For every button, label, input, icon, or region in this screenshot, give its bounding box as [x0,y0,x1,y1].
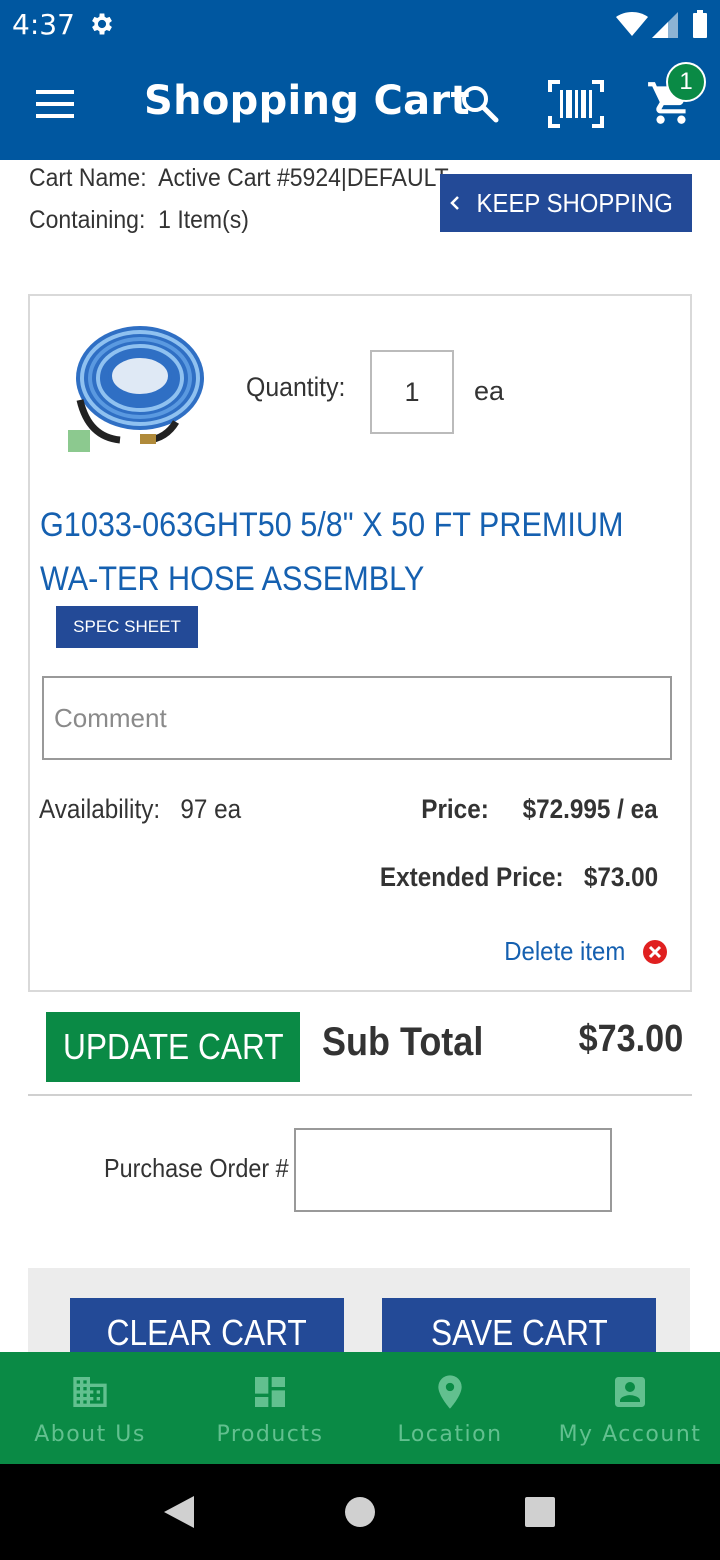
cart-item-card: Quantity: ea G1033-063GHT50 5/8" X 50 FT… [28,294,692,992]
comment-input[interactable] [42,676,672,760]
nav-my-account[interactable]: My Account [540,1352,720,1464]
status-bar: 4:37 [0,0,720,48]
dashboard-icon [255,1377,285,1407]
subtotal-label: Sub Total [322,1020,484,1064]
subtotal-value: $73.00 [578,1018,683,1060]
containing-label: Containing: [29,206,146,234]
battery-icon [693,10,707,38]
nav-my-account-label: My Account [558,1422,702,1447]
extended-price-value: $73.00 [583,862,658,892]
cart-name-label: Cart Name: [29,164,147,192]
price-value: $72.995 / ea [522,794,658,824]
page-title: Shopping Cart [144,78,470,124]
product-title-link[interactable]: G1033-063GHT50 5/8" X 50 FT PREMIUM WA-T… [40,498,675,606]
building-icon [73,1377,107,1407]
keep-shopping-label: KEEP SHOPPING [476,187,674,218]
recents-square-icon[interactable] [524,1496,556,1528]
price-label: Price: [421,794,490,824]
delete-item-label: Delete item [503,936,625,966]
containing-value: 1 Item(s) [158,206,249,234]
spec-sheet-button[interactable]: SPEC SHEET [56,606,198,648]
cart-name-row: Cart Name: Active Cart #5924|DEFAULT [29,164,449,193]
availability-row: Availability: 97 ea [39,794,241,825]
location-pin-icon [438,1375,462,1409]
bottom-navigation: About Us Products Location My Account [0,1352,720,1464]
availability-value: 97 ea [180,794,242,824]
divider [28,1094,692,1096]
chevron-left-icon [450,196,460,210]
update-cart-label: UPDATE CART [62,1026,284,1067]
nav-products[interactable]: Products [180,1352,360,1464]
quantity-input[interactable] [370,350,454,434]
quantity-label: Quantity: [246,372,346,402]
delete-item-link[interactable]: Delete item [499,936,669,967]
hamburger-menu-icon[interactable] [34,84,78,124]
availability-label: Availability: [39,794,161,824]
cart-count-badge: 1 [666,62,706,102]
app-bar: Shopping Cart 1 [0,48,720,160]
extended-price-row: Extended Price: $73.00 [380,862,658,893]
purchase-order-input[interactable] [294,1128,612,1212]
save-cart-label: SAVE CART [430,1312,608,1353]
product-image[interactable] [66,310,206,460]
wifi-icon [616,12,648,36]
nav-about-us-label: About Us [34,1422,146,1447]
nav-location-label: Location [397,1422,503,1447]
purchase-order-label: Purchase Order # [104,1153,289,1183]
settings-gear-icon [92,13,112,35]
update-cart-button[interactable]: UPDATE CART [46,1012,300,1082]
signal-icon [652,12,678,38]
status-time: 4:37 [12,8,75,41]
nav-products-label: Products [216,1422,324,1447]
home-circle-icon[interactable] [344,1496,376,1528]
quantity-unit: ea [474,376,505,406]
extended-price-label: Extended Price: [379,862,564,892]
back-triangle-icon[interactable] [162,1494,196,1530]
cart-name-value: Active Cart #5924|DEFAULT [158,164,449,192]
price-row: Price: $72.995 / ea [422,794,658,825]
barcode-scan-icon[interactable] [548,80,604,128]
account-box-icon [615,1377,645,1407]
delete-x-icon[interactable] [642,939,668,965]
system-navigation-bar [0,1464,720,1560]
search-icon[interactable] [458,82,502,126]
containing-row: Containing: 1 Item(s) [29,206,249,235]
clear-cart-label: CLEAR CART [106,1312,308,1353]
nav-location[interactable]: Location [360,1352,540,1464]
nav-about-us[interactable]: About Us [0,1352,180,1464]
keep-shopping-button[interactable]: KEEP SHOPPING [440,174,692,232]
